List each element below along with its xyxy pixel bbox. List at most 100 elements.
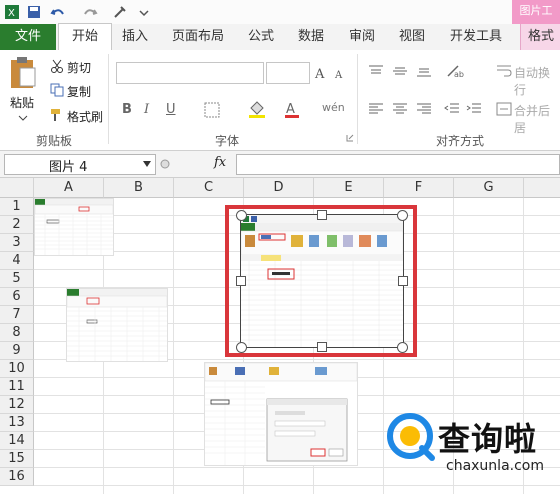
resize-handle-icon[interactable] (160, 159, 170, 169)
brand-logo-icon (387, 413, 435, 461)
decrease-indent-icon[interactable] (444, 102, 460, 116)
inserted-picture[interactable] (204, 362, 358, 466)
row-header[interactable]: 16 (0, 468, 34, 486)
insert-function-button[interactable]: fx (214, 155, 226, 170)
row-header[interactable]: 4 (0, 252, 34, 270)
column-header[interactable]: G (454, 178, 524, 198)
select-all-corner[interactable] (0, 178, 34, 198)
name-box[interactable]: 图片 4 (4, 154, 156, 175)
column-header[interactable]: F (384, 178, 454, 198)
column-header[interactable]: C (174, 178, 244, 198)
paste-button[interactable]: 粘贴 (10, 94, 34, 111)
cut-icon[interactable] (50, 59, 64, 73)
watermark: 查询啦 chaxunla.com (386, 408, 556, 488)
column-header[interactable]: E (314, 178, 384, 198)
chevron-down-icon[interactable] (143, 161, 151, 167)
align-top-icon[interactable] (368, 64, 384, 78)
tab-developer[interactable]: 开发工具 (438, 24, 514, 50)
row-header[interactable]: 13 (0, 414, 34, 432)
format-painter-icon[interactable] (50, 108, 64, 122)
customize-qat-icon[interactable] (136, 4, 152, 20)
inserted-picture[interactable] (66, 288, 168, 362)
inserted-picture[interactable] (34, 198, 114, 256)
row-header[interactable]: 6 (0, 288, 34, 306)
copy-icon[interactable] (50, 83, 64, 97)
paste-dropdown-icon[interactable] (18, 114, 28, 122)
column-header[interactable]: D (244, 178, 314, 198)
tab-review[interactable]: 审阅 (338, 24, 386, 50)
orientation-icon[interactable]: ab (446, 64, 464, 78)
formula-bar: 图片 4 fx (0, 151, 560, 178)
watermark-brand: 查询啦 (438, 420, 538, 458)
wrap-text-icon[interactable] (496, 64, 512, 78)
row-header[interactable]: 10 (0, 360, 34, 378)
align-middle-icon[interactable] (392, 64, 408, 78)
row-header[interactable]: 15 (0, 450, 34, 468)
copy-button[interactable]: 复制 (67, 83, 91, 100)
font-dialog-launcher-icon[interactable] (346, 134, 354, 142)
tab-format[interactable]: 格式 (520, 24, 560, 50)
cut-button[interactable]: 剪切 (67, 59, 91, 76)
tab-view[interactable]: 视图 (388, 24, 436, 50)
align-left-icon[interactable] (368, 102, 384, 116)
highlight-box (225, 205, 417, 357)
tools-icon[interactable] (112, 4, 128, 20)
align-bottom-icon[interactable] (416, 64, 432, 78)
align-center-icon[interactable] (392, 102, 408, 116)
redo-icon[interactable] (82, 4, 98, 20)
grow-font-icon[interactable]: A (314, 64, 330, 80)
increase-indent-icon[interactable] (466, 102, 482, 116)
quick-access-toolbar: X 图片工 (0, 0, 560, 25)
group-divider (357, 54, 358, 144)
column-header[interactable]: A (34, 178, 104, 198)
name-box-value: 图片 4 (49, 160, 88, 175)
merge-center-icon[interactable] (496, 102, 512, 116)
merge-center-button[interactable]: 合并后居 (514, 102, 560, 136)
row-header[interactable]: 9 (0, 342, 34, 360)
row-header[interactable]: 14 (0, 432, 34, 450)
tab-insert[interactable]: 插入 (112, 24, 158, 50)
formula-input[interactable] (236, 154, 560, 175)
picture-screenshot-thumbnail (67, 289, 167, 361)
shrink-font-icon[interactable]: A (334, 66, 348, 80)
bold-button[interactable]: B (122, 102, 132, 117)
font-family-dropdown[interactable] (116, 62, 264, 84)
tab-page-layout[interactable]: 页面布局 (160, 24, 236, 50)
font-color-icon[interactable]: A (284, 100, 300, 118)
undo-icon[interactable] (50, 4, 66, 20)
svg-text:A: A (334, 70, 343, 80)
tab-data[interactable]: 数据 (286, 24, 336, 50)
font-size-dropdown[interactable] (266, 62, 310, 84)
row-header[interactable]: 11 (0, 378, 34, 396)
row-header[interactable]: 2 (0, 216, 34, 234)
font-group-label: 字体 (214, 134, 239, 148)
row-header[interactable]: 1 (0, 198, 34, 216)
tab-home[interactable]: 开始 (58, 23, 112, 52)
tab-formulas[interactable]: 公式 (238, 24, 284, 50)
paste-icon[interactable] (8, 56, 38, 90)
fill-color-icon[interactable] (248, 100, 266, 118)
picture-tools-context-tab[interactable]: 图片工 (512, 0, 560, 24)
row-header[interactable]: 3 (0, 234, 34, 252)
wrap-text-button[interactable]: 自动换行 (514, 64, 560, 98)
svg-text:X: X (8, 8, 15, 19)
row-header[interactable]: 8 (0, 324, 34, 342)
row-header[interactable]: 5 (0, 270, 34, 288)
row-header[interactable]: 7 (0, 306, 34, 324)
phonetic-button[interactable]: wén (322, 101, 345, 114)
watermark-url: chaxunla.com (446, 458, 544, 474)
align-right-icon[interactable] (416, 102, 432, 116)
row-header[interactable]: 12 (0, 396, 34, 414)
italic-button[interactable]: I (144, 102, 149, 117)
borders-icon[interactable] (204, 102, 220, 118)
save-icon[interactable] (26, 4, 42, 20)
format-painter-button[interactable]: 格式刷 (67, 108, 103, 125)
picture-screenshot-thumbnail (35, 199, 113, 255)
picture-screenshot-thumbnail (205, 363, 357, 465)
underline-button[interactable]: U (166, 102, 176, 117)
ribbon: 粘贴 剪切 复制 格式刷 剪贴板 A A B I U A wén 字体 ab 自… (0, 50, 560, 151)
column-header[interactable] (524, 178, 560, 198)
svg-text:A: A (314, 67, 325, 80)
column-header[interactable]: B (104, 178, 174, 198)
tab-file[interactable]: 文件 (0, 24, 56, 50)
